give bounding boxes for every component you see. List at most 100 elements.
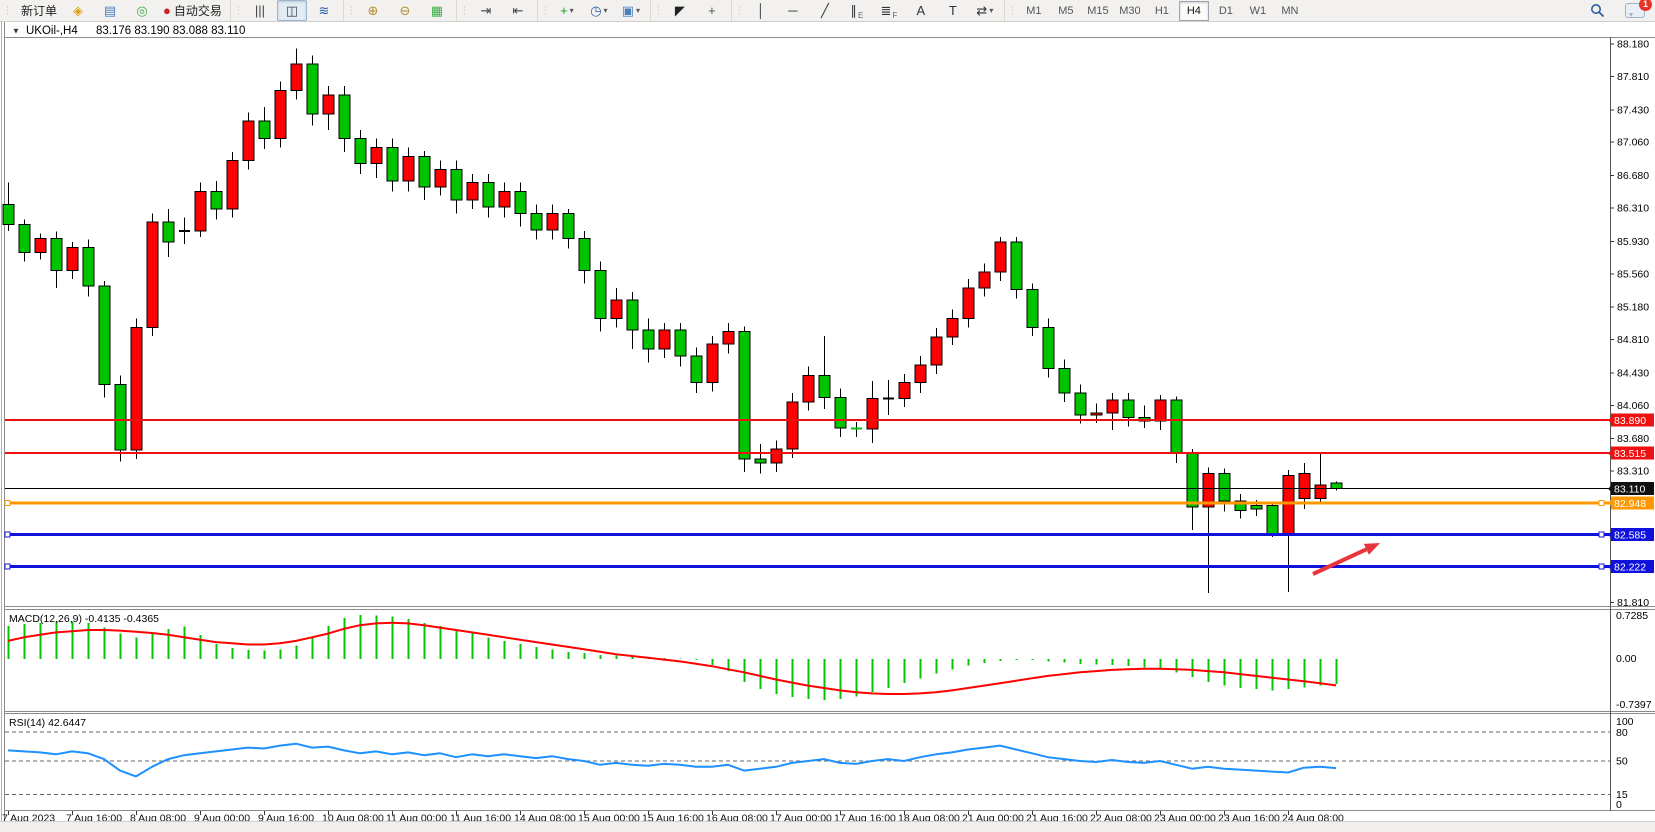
hline-handle[interactable] bbox=[1599, 564, 1604, 569]
cursor-icon[interactable]: ◤ bbox=[665, 0, 695, 21]
candle-body bbox=[899, 383, 910, 399]
dropdown-arrow-icon[interactable]: ▾ bbox=[570, 6, 574, 15]
horizontal-line-icon: ─ bbox=[788, 4, 797, 17]
crosshair-icon[interactable]: + bbox=[697, 0, 727, 21]
timeframe-m15[interactable]: M15 bbox=[1083, 1, 1113, 21]
candle-body bbox=[163, 222, 174, 242]
zoom-in-icon[interactable]: ⊕ bbox=[358, 0, 388, 21]
hline-handle[interactable] bbox=[5, 500, 10, 505]
dropdown-arrow-icon[interactable]: ▾ bbox=[604, 6, 608, 15]
candle-body bbox=[291, 64, 302, 90]
candle-body bbox=[659, 330, 670, 349]
hline-handle[interactable] bbox=[1599, 500, 1604, 505]
candle-body bbox=[547, 213, 558, 230]
dropdown-arrow-icon[interactable]: ▾ bbox=[636, 6, 640, 15]
horizontal-line-icon[interactable]: ─ bbox=[778, 0, 808, 21]
macd-scale-label: 0.7285 bbox=[1616, 610, 1648, 622]
candle-body bbox=[1315, 485, 1326, 498]
data-window-icon: ▤ bbox=[104, 4, 116, 17]
price-tick-label: 84.430 bbox=[1617, 367, 1649, 379]
symbol-dropdown-icon[interactable]: ▼ bbox=[12, 27, 20, 36]
timeframe-h4[interactable]: H4 bbox=[1179, 1, 1209, 21]
candlestick-type-icon[interactable]: ◫ bbox=[277, 0, 307, 21]
indicators-icon[interactable]: +▾ bbox=[552, 0, 582, 21]
templates-icon[interactable]: ▣▾ bbox=[616, 0, 646, 21]
candle-body bbox=[131, 327, 142, 450]
macd-scale-label: -0.7397 bbox=[1616, 699, 1652, 711]
zoom-out-icon[interactable]: ⊖ bbox=[390, 0, 420, 21]
arrow-head-icon[interactable] bbox=[1364, 543, 1380, 555]
timeframe-m1[interactable]: M1 bbox=[1019, 1, 1049, 21]
text-label-icon: T bbox=[949, 4, 957, 17]
candle-body bbox=[419, 156, 430, 187]
new-order-button[interactable]: 新订单 bbox=[14, 0, 61, 21]
annotation-layer[interactable] bbox=[1313, 543, 1380, 574]
price-tick-label: 87.810 bbox=[1617, 71, 1649, 83]
chart-ohlc-values: 83.176 83.190 83.088 83.110 bbox=[96, 25, 245, 37]
candle-body bbox=[35, 239, 46, 253]
candle-body bbox=[1027, 290, 1038, 328]
hline-handle[interactable] bbox=[5, 564, 10, 569]
hline-handle[interactable] bbox=[1599, 532, 1604, 537]
candle-body bbox=[387, 147, 398, 180]
price-badge-label: 82.585 bbox=[1614, 530, 1646, 542]
auto-trading-button-label: 自动交易 bbox=[174, 2, 222, 19]
data-window-icon[interactable]: ▤ bbox=[95, 0, 125, 21]
candles-layer bbox=[3, 48, 1342, 593]
navigator-icon[interactable]: ◎ bbox=[127, 0, 157, 21]
candle-body bbox=[83, 247, 94, 286]
candle-body bbox=[611, 300, 622, 318]
search-button[interactable] bbox=[1582, 0, 1612, 21]
candle-body bbox=[1251, 505, 1262, 509]
line-chart-type-icon[interactable]: ≋ bbox=[309, 0, 339, 21]
toolbar-group-chart-types: ⋮|||◫≋ bbox=[230, 0, 343, 21]
candle-body bbox=[739, 332, 750, 459]
fibonacci-icon[interactable]: ≣F bbox=[874, 0, 904, 21]
arrow-shaft[interactable] bbox=[1313, 549, 1366, 574]
doji-dash bbox=[851, 428, 862, 430]
chart-window-icon[interactable]: ◈ bbox=[63, 0, 93, 21]
timeframe-m5[interactable]: M5 bbox=[1051, 1, 1081, 21]
timeframe-w1[interactable]: W1 bbox=[1243, 1, 1273, 21]
candle-body bbox=[403, 156, 414, 181]
timeframe-m30[interactable]: M30 bbox=[1115, 1, 1145, 21]
trendline-icon[interactable]: ╱ bbox=[810, 0, 840, 21]
text-icon[interactable]: A bbox=[906, 0, 936, 21]
auto-trading-button[interactable]: ●自动交易 bbox=[159, 0, 226, 21]
candle-body bbox=[483, 183, 494, 208]
candle-body bbox=[563, 213, 574, 238]
dropdown-arrow-icon[interactable]: ▾ bbox=[989, 6, 993, 15]
notifications-button[interactable]: 1 bbox=[1625, 3, 1645, 18]
bar-chart-type-icon[interactable]: ||| bbox=[245, 0, 275, 21]
candle-body bbox=[627, 300, 638, 330]
vertical-line-icon[interactable]: │ bbox=[746, 0, 776, 21]
equidistant-channel-icon[interactable]: ∥E bbox=[842, 0, 872, 21]
text-label-icon[interactable]: T bbox=[938, 0, 968, 21]
periods-icon[interactable]: ◷▾ bbox=[584, 0, 614, 21]
chart-shift-icon[interactable]: ⇤ bbox=[503, 0, 533, 21]
timeframe-h1[interactable]: H1 bbox=[1147, 1, 1177, 21]
candle-body bbox=[1219, 474, 1230, 501]
timeframe-d1[interactable]: D1 bbox=[1211, 1, 1241, 21]
auto-scroll-icon[interactable]: ⇥ bbox=[471, 0, 501, 21]
price-badge-label: 82.222 bbox=[1614, 562, 1646, 574]
tile-windows-icon[interactable]: ▦ bbox=[422, 0, 452, 21]
chart-canvas[interactable]: ▼ UKOil-,H4 83.176 83.190 83.088 83.110 … bbox=[0, 22, 1655, 822]
rsi-label: RSI(14) 42.6447 bbox=[9, 717, 86, 729]
arrows-icon: ⇄ bbox=[976, 4, 987, 17]
candle-body bbox=[915, 365, 926, 383]
candle-body bbox=[1075, 393, 1086, 415]
candle-body bbox=[307, 64, 318, 114]
hline-handle[interactable] bbox=[5, 532, 10, 537]
chart-shift-icon: ⇤ bbox=[512, 4, 523, 17]
candle-body bbox=[243, 121, 254, 160]
rsi-scale-label: 50 bbox=[1616, 756, 1628, 768]
price-tick-label: 86.680 bbox=[1617, 170, 1649, 182]
candle-body bbox=[355, 139, 366, 164]
arrows-icon[interactable]: ⇄▾ bbox=[970, 0, 1000, 21]
rsi-scale-label: 80 bbox=[1616, 727, 1628, 739]
zoom-in-icon: ⊕ bbox=[367, 4, 378, 17]
timeframe-mn[interactable]: MN bbox=[1275, 1, 1305, 21]
candle-body bbox=[1155, 400, 1166, 421]
vertical-line-icon: │ bbox=[757, 4, 765, 17]
